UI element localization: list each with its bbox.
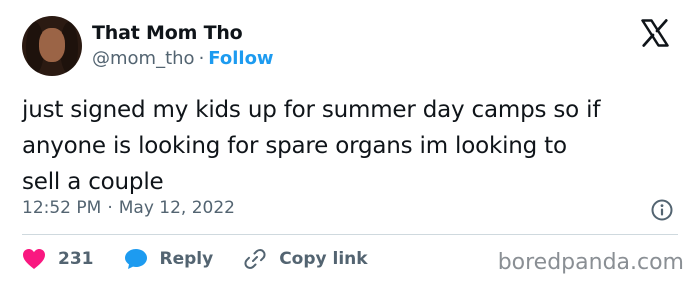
follow-button[interactable]: Follow bbox=[208, 48, 273, 69]
tweet-text-line: just signed my kids up for summer day ca… bbox=[22, 97, 601, 123]
tweet-date: May 12, 2022 bbox=[118, 198, 235, 218]
divider bbox=[22, 234, 678, 235]
heart-icon bbox=[23, 249, 45, 269]
author-handle-row: @mom_tho · Follow bbox=[92, 48, 274, 69]
tweet-actions: 231 Reply Copy link bbox=[22, 247, 398, 271]
avatar-face bbox=[39, 28, 65, 62]
x-logo-icon[interactable] bbox=[640, 18, 670, 48]
timestamp-separator: · bbox=[107, 198, 113, 218]
copy-link-button[interactable]: Copy link bbox=[243, 247, 368, 271]
reply-label: Reply bbox=[159, 249, 214, 269]
copy-link-label: Copy link bbox=[279, 249, 368, 269]
like-count: 231 bbox=[58, 249, 94, 269]
like-button[interactable]: 231 bbox=[22, 248, 94, 270]
handle-separator: · bbox=[198, 48, 205, 69]
watermark: boredpanda.com bbox=[497, 250, 684, 275]
author-display-name[interactable]: That Mom Tho bbox=[92, 22, 243, 44]
tweet-time: 12:52 PM bbox=[22, 198, 102, 218]
info-icon[interactable] bbox=[650, 198, 674, 222]
reply-bubble-icon bbox=[124, 249, 147, 269]
tweet-text-line: anyone is looking for spare organs im lo… bbox=[22, 133, 567, 159]
avatar[interactable] bbox=[22, 16, 82, 76]
author-handle[interactable]: @mom_tho bbox=[92, 48, 195, 69]
tweet-text-line: sell a couple bbox=[22, 169, 164, 195]
tweet-timestamp[interactable]: 12:52 PM · May 12, 2022 bbox=[22, 198, 235, 218]
reply-button[interactable]: Reply bbox=[124, 248, 214, 270]
tweet-text: just signed my kids up for summer day ca… bbox=[22, 92, 682, 200]
link-icon bbox=[244, 249, 266, 269]
